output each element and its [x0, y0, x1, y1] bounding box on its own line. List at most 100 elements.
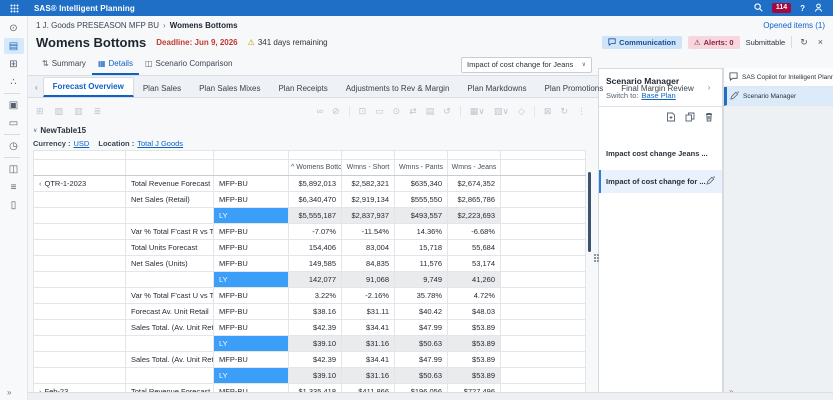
value-cell[interactable]: -7.07% [289, 224, 342, 240]
sheet-tab-plan-sales-mixes[interactable]: Plan Sales Mixes [190, 80, 269, 97]
help-icon[interactable]: ? [800, 4, 805, 13]
alerts-badge[interactable]: ⚠ Alerts: 0 [688, 36, 740, 49]
sheet-tabs-prev-icon[interactable]: ‹ [30, 83, 43, 97]
value-cell[interactable]: -2.16% [342, 288, 395, 304]
clipboard-icon[interactable]: ▣ [4, 97, 24, 113]
sheet-tab-plan-sales[interactable]: Plan Sales [134, 80, 190, 97]
value-cell[interactable]: $493,557 [395, 208, 448, 224]
notification-count-badge[interactable]: 114 [772, 3, 791, 13]
value-cell[interactable]: $2,582,321 [342, 176, 395, 192]
sheet-tab-plan-receipts[interactable]: Plan Receipts [269, 80, 336, 97]
flow-icon[interactable]: ∴ [4, 74, 24, 90]
value-cell[interactable]: $47.99 [395, 352, 448, 368]
value-cell[interactable]: 142,077 [289, 272, 342, 288]
tab-summary[interactable]: ⇅Summary [36, 54, 92, 75]
value-cell[interactable]: 35.78% [395, 288, 448, 304]
scenario-item[interactable]: Impact cost change Jeans ... [599, 143, 722, 164]
expand-icon[interactable]: ⇄ [409, 106, 417, 116]
value-cell[interactable]: 53,174 [448, 256, 501, 272]
location-link[interactable]: Total J Goods [137, 139, 183, 148]
currency-link[interactable]: USD [74, 139, 90, 148]
value-cell[interactable]: -6.68% [448, 224, 501, 240]
value-cell[interactable]: $50.63 [395, 336, 448, 352]
shield-icon[interactable]: ◇ [518, 106, 525, 116]
value-cell[interactable]: 91,068 [342, 272, 395, 288]
value-cell[interactable]: $53.89 [448, 336, 501, 352]
unlink-icon[interactable]: ⊘ [332, 106, 340, 116]
sheet-tabs-next-icon[interactable]: › [703, 83, 716, 97]
value-cell[interactable]: $53.89 [448, 352, 501, 368]
scenario-item[interactable]: Impact of cost change for ... [599, 170, 722, 193]
column-header-womens-bottoms[interactable]: ^ Womens Bottoms [289, 160, 342, 176]
value-cell[interactable]: $31.11 [342, 304, 395, 320]
value-cell[interactable]: $42.39 [289, 320, 342, 336]
user-avatar[interactable] [814, 0, 823, 17]
rail-item-sas-copilot-for-intelligent-planning[interactable]: SAS Copilot for Intelligent Planning [724, 68, 833, 87]
communication-button[interactable]: Communication [602, 36, 682, 49]
value-cell[interactable]: $38.16 [289, 304, 342, 320]
column-header-wmns-jeans[interactable]: Wmns - Jeans [448, 160, 501, 176]
save-icon[interactable]: ⊡ [359, 106, 367, 116]
tab-scenario-comparison[interactable]: ◫Scenario Comparison [139, 54, 239, 75]
sheet-tab-plan-promotions[interactable]: Plan Promotions [536, 80, 613, 97]
value-cell[interactable]: $53.89 [448, 368, 501, 384]
value-cell[interactable]: $50.63 [395, 368, 448, 384]
value-cell[interactable]: 41,260 [448, 272, 501, 288]
report-icon[interactable]: ◫ [4, 161, 24, 177]
refresh-icon[interactable]: ↻ [560, 106, 568, 116]
vertical-scrollbar[interactable] [588, 172, 591, 252]
value-cell[interactable]: 55,684 [448, 240, 501, 256]
column-header-wmns-short[interactable]: Wmns - Short [342, 160, 395, 176]
print-icon[interactable]: ▤ [426, 106, 435, 116]
value-cell[interactable]: $40.42 [395, 304, 448, 320]
column-header-wmns-pants[interactable]: Wmns - Pants [395, 160, 448, 176]
value-cell[interactable]: $2,837,937 [342, 208, 395, 224]
value-cell[interactable]: $39.10 [289, 368, 342, 384]
history-icon[interactable]: ◷ [4, 138, 24, 154]
collapse-icon[interactable]: ‹ [39, 179, 42, 188]
apps-grid-icon[interactable] [0, 0, 28, 16]
value-cell[interactable]: $555,550 [395, 192, 448, 208]
value-cell[interactable]: $34.41 [342, 320, 395, 336]
value-cell[interactable]: $2,865,786 [448, 192, 501, 208]
value-cell[interactable]: 14.36% [395, 224, 448, 240]
table-options-icon[interactable]: ▦∨ [470, 106, 485, 116]
briefcase-icon[interactable]: ▯ [4, 197, 24, 213]
close-icon[interactable]: × [816, 37, 825, 47]
comment-icon[interactable]: ▭ [375, 106, 384, 116]
value-cell[interactable]: 83,004 [342, 240, 395, 256]
value-cell[interactable]: 149,585 [289, 256, 342, 272]
collapse-table-icon[interactable]: ∨ [33, 127, 37, 134]
chart-icon[interactable]: ▥ [74, 106, 83, 116]
value-cell[interactable]: $39.10 [289, 336, 342, 352]
value-cell[interactable]: 84,835 [342, 256, 395, 272]
value-cell[interactable]: $48.03 [448, 304, 501, 320]
link-icon[interactable]: ∞ [317, 106, 323, 116]
sheet-tab-final-margin-review[interactable]: Final Margin Review [612, 80, 702, 97]
value-cell[interactable]: $5,555,187 [289, 208, 342, 224]
value-cell[interactable]: $2,223,693 [448, 208, 501, 224]
value-cell[interactable]: $47.99 [395, 320, 448, 336]
list-icon[interactable]: ≣ [94, 106, 102, 116]
value-cell[interactable]: $5,892,013 [289, 176, 342, 192]
value-cell[interactable]: 9,749 [395, 272, 448, 288]
value-cell[interactable]: $31.16 [342, 336, 395, 352]
sidebar-expand-icon[interactable]: » [7, 388, 11, 397]
assign-user-icon[interactable]: ⊙ [393, 106, 401, 116]
home-icon[interactable]: ⊙ [4, 20, 24, 36]
value-cell[interactable]: $6,340,470 [289, 192, 342, 208]
sheet-tab-adjustments-to-rev-margin[interactable]: Adjustments to Rev & Margin [337, 80, 459, 97]
rail-item-scenario-manager[interactable]: Scenario Manager [724, 87, 833, 106]
panel-resize-handle[interactable] [594, 254, 596, 256]
image-icon[interactable]: ▨ [55, 106, 64, 116]
value-cell[interactable]: 15,718 [395, 240, 448, 256]
undo-icon[interactable]: ↺ [443, 106, 451, 116]
edit-scenario-icon[interactable] [706, 176, 715, 187]
opened-items-link[interactable]: Opened items (1) [763, 21, 825, 30]
breadcrumb-parent[interactable]: 1 J. Goods PRESEASON MFP BU [36, 21, 159, 30]
sheet-tab-forecast-overview[interactable]: Forecast Overview [43, 77, 134, 97]
value-cell[interactable]: $53.89 [448, 320, 501, 336]
value-cell[interactable]: 154,406 [289, 240, 342, 256]
worksheets-icon[interactable]: ▤ [4, 38, 24, 54]
value-cell[interactable]: -11.54% [342, 224, 395, 240]
